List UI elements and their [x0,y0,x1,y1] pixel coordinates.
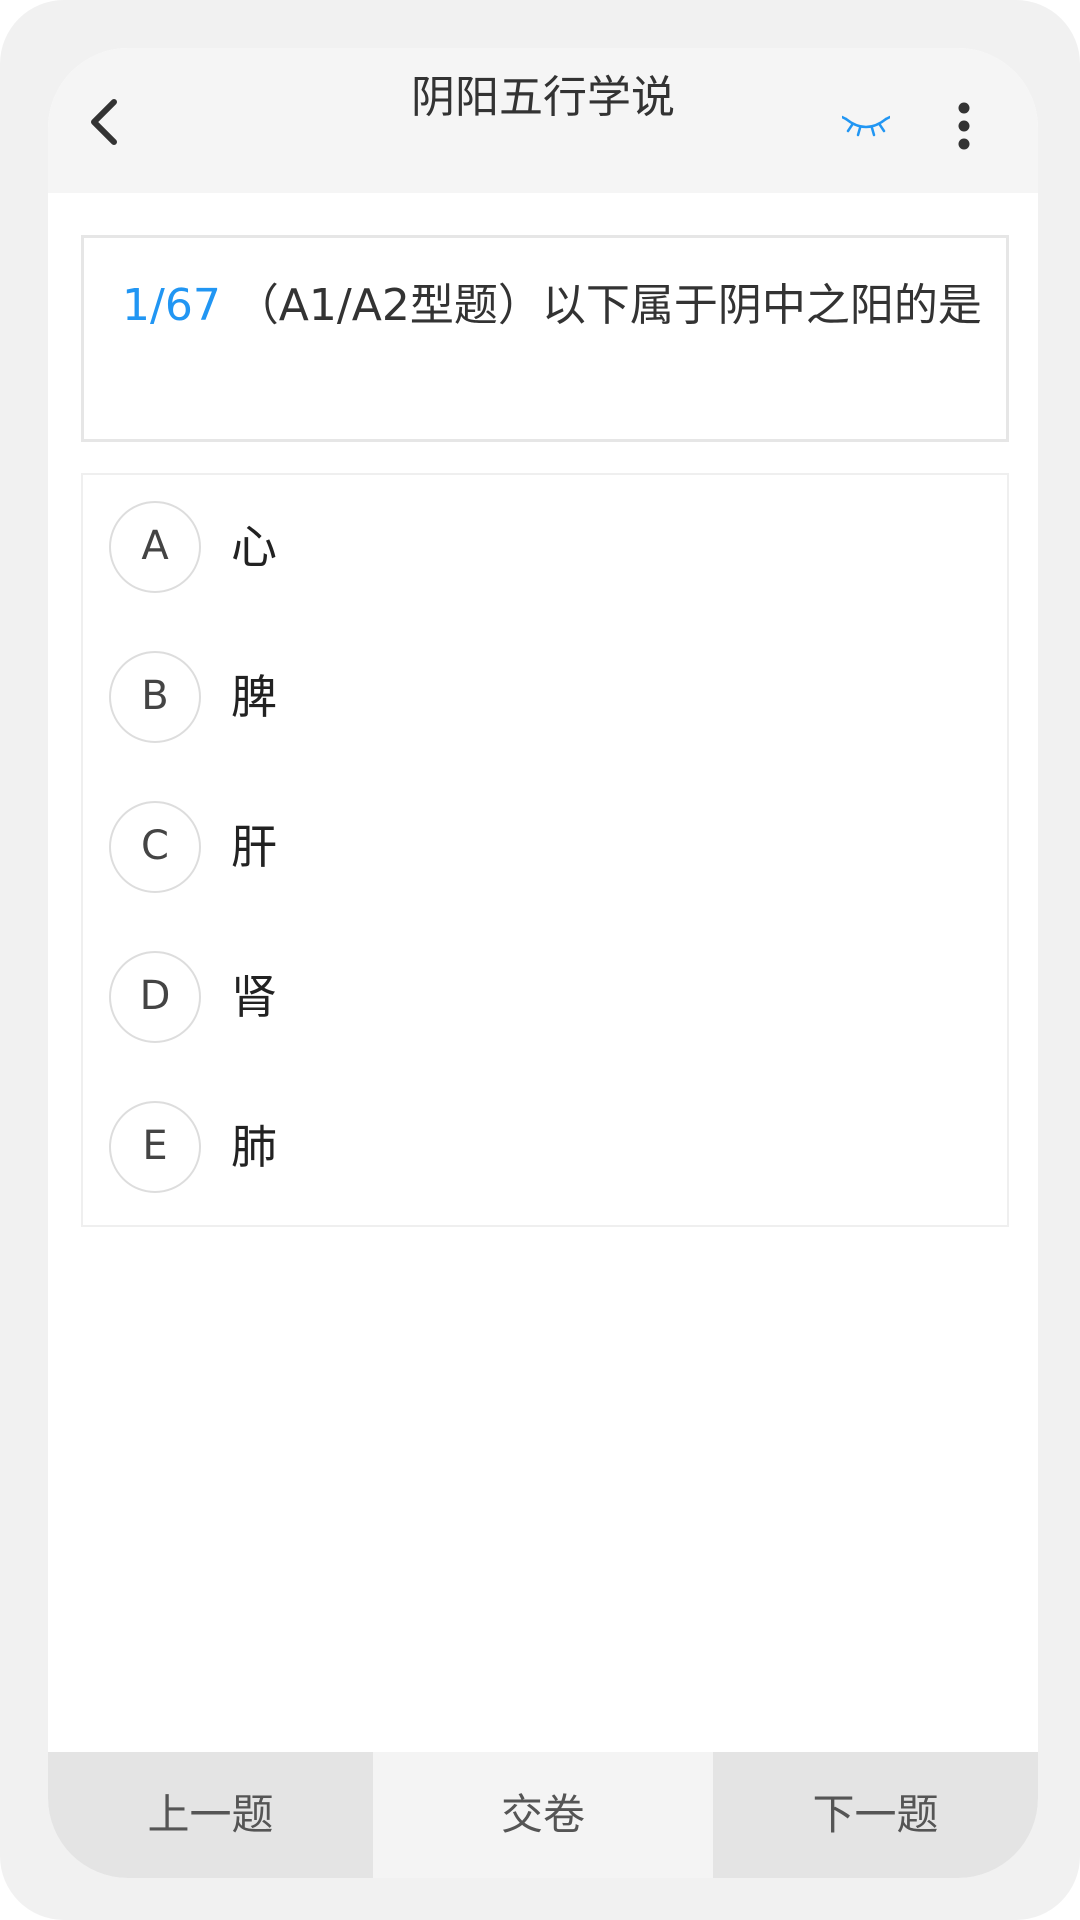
option-b[interactable]: B 脾 [109,651,979,751]
next-question-button[interactable]: 下一题 [713,1752,1038,1878]
option-d[interactable]: D 肾 [109,951,979,1051]
question-text: （A1/A2型题）以下属于阴中之阳的是 [234,280,982,331]
app-screen: 阴阳五行学说 1/67 （A1/A2型题）以下属于阴中之阳的是 A 心 B 脾 … [48,48,1038,1878]
option-text: 肺 [231,1120,277,1174]
option-letter: A [109,501,201,593]
option-c[interactable]: C 肝 [109,801,979,901]
header-bar: 阴阳五行学说 [48,48,1038,193]
question-number: 1/67 [122,280,221,331]
eye-closed-icon [842,115,890,137]
option-text: 肾 [231,970,277,1024]
option-e[interactable]: E 肺 [109,1101,979,1201]
more-menu-button[interactable] [944,98,984,154]
option-letter: D [109,951,201,1043]
option-text: 心 [231,520,277,574]
more-vertical-icon [958,102,970,150]
device-frame: 阴阳五行学说 1/67 （A1/A2型题）以下属于阴中之阳的是 A 心 B 脾 … [0,0,1080,1920]
option-letter: B [109,651,201,743]
option-letter: E [109,1101,201,1193]
hide-answer-button[interactable] [836,106,896,146]
chevron-left-icon [91,99,117,145]
option-a[interactable]: A 心 [109,501,979,601]
option-text: 脾 [231,670,277,724]
prev-question-button[interactable]: 上一题 [48,1752,373,1878]
submit-exam-button[interactable]: 交卷 [373,1752,713,1878]
options-list: A 心 B 脾 C 肝 D 肾 E 肺 [81,473,1009,1227]
question-stem: 1/67 （A1/A2型题）以下属于阴中之阳的是 [122,276,982,336]
option-letter: C [109,801,201,893]
back-button[interactable] [74,92,134,152]
option-text: 肝 [231,820,277,874]
bottom-nav: 上一题 交卷 下一题 [48,1752,1038,1878]
question-card: 1/67 （A1/A2型题）以下属于阴中之阳的是 [81,235,1009,442]
